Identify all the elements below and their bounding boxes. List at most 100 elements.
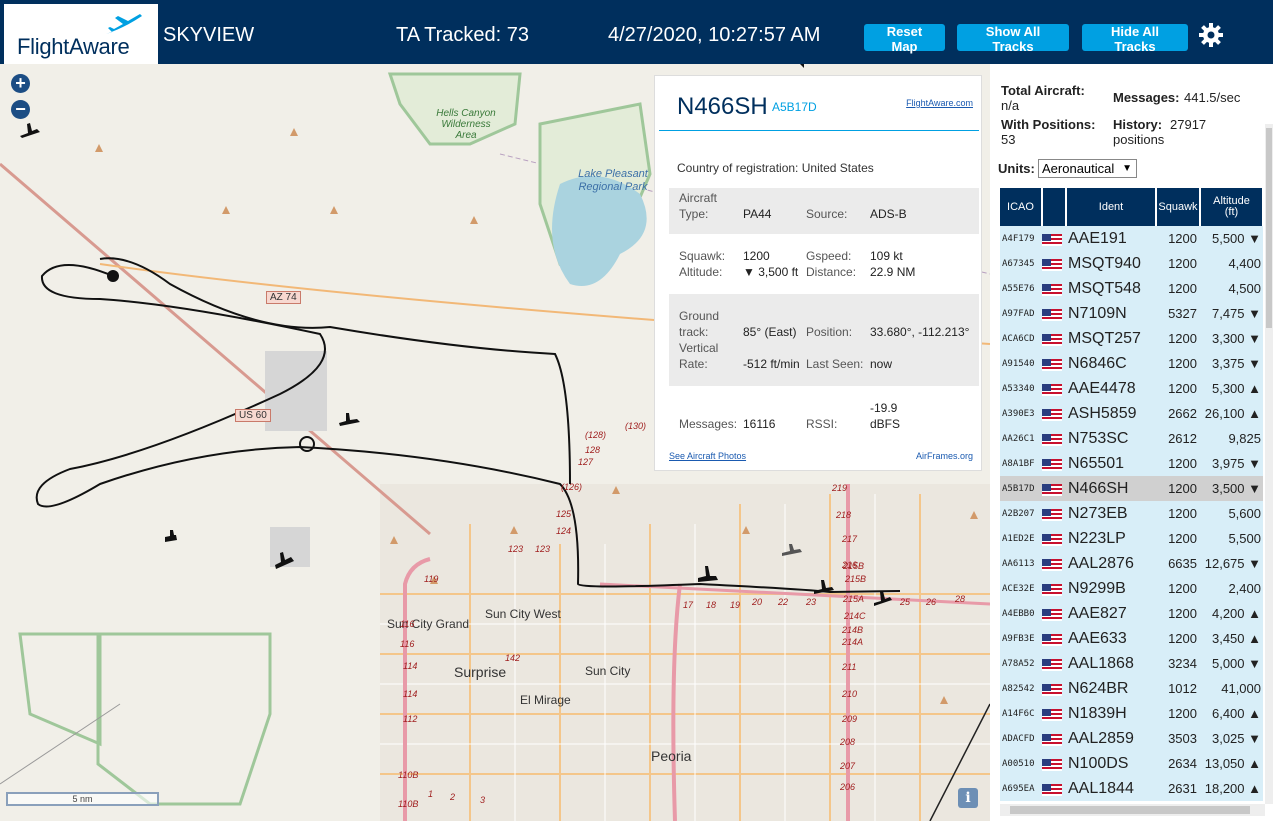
us-flag-icon [1042, 633, 1062, 646]
table-row[interactable]: A5B17D N466SH 1200 3,500 ▼ [1000, 476, 1263, 501]
flightaware-link[interactable]: FlightAware.com [906, 98, 973, 108]
gear-icon[interactable] [1198, 22, 1224, 48]
cell-ident: N753SC [1066, 426, 1156, 451]
distance-value: 22.9 NM [870, 265, 916, 279]
cell-squawk: 1200 [1156, 276, 1200, 301]
route-number: 214C [844, 611, 866, 621]
table-row[interactable]: ACE32E N9299B 1200 2,400 [1000, 576, 1263, 601]
us-flag-icon [1042, 333, 1062, 346]
route-number: 214A [842, 637, 864, 647]
col-icao[interactable]: ICAO [1000, 188, 1043, 226]
route-number: 208 [840, 737, 856, 747]
us-flag-icon [1042, 458, 1062, 471]
cell-icao: A78A52 [1000, 651, 1042, 676]
table-row[interactable]: ADACFD AAL2859 3503 3,025 ▼ [1000, 726, 1263, 751]
units-value: Aeronautical [1042, 161, 1115, 176]
col-squawk[interactable]: Squawk [1156, 188, 1201, 226]
route-number: 25 [900, 597, 911, 607]
table-row[interactable]: A9FB3E AAE633 1200 3,450 ▲ [1000, 626, 1263, 651]
cell-icao: A390E3 [1000, 401, 1042, 426]
cell-altitude: 4,400 [1200, 251, 1263, 276]
route-number: 123 [508, 544, 524, 554]
zoom-in-button[interactable]: + [11, 74, 30, 93]
cell-ident: N65501 [1066, 451, 1156, 476]
table-scrollbar-thumb[interactable] [1266, 128, 1272, 328]
us-flag-icon [1042, 483, 1062, 496]
table-row[interactable]: A53340 AAE4478 1200 5,300 ▲ [1000, 376, 1263, 401]
aircraft-type-block: Aircraft Type: PA44 Source: ADS-B [669, 188, 979, 234]
cell-ident: N273EB [1066, 501, 1156, 526]
route-number: 28 [955, 594, 966, 604]
table-row[interactable]: A1ED2E N223LP 1200 5,500 [1000, 526, 1263, 551]
cell-ident: AAL2876 [1066, 551, 1156, 576]
cell-flag [1042, 526, 1066, 551]
cell-icao: ACA6CD [1000, 326, 1042, 351]
route-number: 214B [842, 625, 864, 635]
table-row[interactable]: A67345 MSQT940 1200 4,400 [1000, 251, 1263, 276]
route-number: 110B [398, 799, 419, 809]
table-row[interactable]: A97FAD N7109N 5327 7,475 ▼ [1000, 301, 1263, 326]
cell-flag [1042, 501, 1066, 526]
route-number: 218 [836, 510, 852, 520]
col-flag [1042, 188, 1067, 226]
reset-map-button[interactable]: Reset Map [864, 24, 945, 54]
cell-ident: N100DS [1066, 751, 1156, 776]
show-all-tracks-button[interactable]: Show All Tracks [957, 24, 1069, 54]
units-select[interactable]: Aeronautical ▼ [1038, 159, 1137, 178]
flightaware-logo[interactable]: FlightAware [4, 4, 158, 64]
table-hscrollbar-thumb[interactable] [1010, 806, 1250, 814]
vertical-rate-label: Vertical [679, 341, 719, 355]
route-number: 116 [400, 639, 415, 649]
hide-all-tracks-button[interactable]: Hide All Tracks [1082, 24, 1188, 54]
cell-squawk: 2662 [1156, 401, 1200, 426]
table-row[interactable]: A390E3 ASH5859 2662 26,100 ▲ [1000, 401, 1263, 426]
cell-flag [1042, 251, 1066, 276]
table-row[interactable]: AA6113 AAL2876 6635 12,675 ▼ [1000, 551, 1263, 576]
ground-track-label-2: track: [679, 325, 709, 339]
table-row[interactable]: A14F6C N1839H 1200 6,400 ▲ [1000, 701, 1263, 726]
aircraft-photos-link[interactable]: See Aircraft Photos [669, 451, 746, 461]
table-row[interactable]: A00510 N100DS 2634 13,050 ▲ [1000, 751, 1263, 776]
table-row[interactable]: A4EBB0 AAE827 1200 4,200 ▲ [1000, 601, 1263, 626]
col-ident[interactable]: Ident [1066, 188, 1157, 226]
cell-ident: AAL1868 [1066, 651, 1156, 676]
table-row[interactable]: A91540 N6846C 1200 3,375 ▼ [1000, 351, 1263, 376]
table-row[interactable]: A4F179 AAE191 1200 5,500 ▼ [1000, 226, 1263, 251]
shield-us60: US 60 [235, 409, 271, 422]
ground-track-label: Ground [679, 309, 720, 323]
table-row[interactable]: A2B207 N273EB 1200 5,600 [1000, 501, 1263, 526]
cell-ident: AAE633 [1066, 626, 1156, 651]
table-row[interactable]: A8A1BF N65501 1200 3,975 ▼ [1000, 451, 1263, 476]
cell-icao: AA26C1 [1000, 426, 1042, 451]
cell-icao: A91540 [1000, 351, 1042, 376]
route-number: 22 [778, 597, 789, 607]
route-number: 124 [556, 526, 572, 536]
cell-ident: AAE827 [1066, 601, 1156, 626]
route-number: (130) [625, 421, 647, 431]
cell-squawk: 1200 [1156, 451, 1200, 476]
cell-altitude: 2,400 [1200, 576, 1263, 601]
col-altitude[interactable]: Altitude (ft) [1200, 188, 1264, 226]
cell-squawk: 1200 [1156, 251, 1200, 276]
airframes-link[interactable]: AirFrames.org [916, 451, 973, 461]
us-flag-icon [1042, 233, 1062, 246]
table-row[interactable]: ACA6CD MSQT257 1200 3,300 ▼ [1000, 326, 1263, 351]
cell-squawk: 1200 [1156, 476, 1200, 501]
squawk-label: Squawk: [679, 249, 726, 263]
route-number: 110B [398, 770, 419, 780]
cell-altitude: 3,450 ▲ [1200, 626, 1263, 651]
table-row[interactable]: A78A52 AAL1868 3234 5,000 ▼ [1000, 651, 1263, 676]
col-altitude-unit: (ft) [1224, 206, 1239, 218]
zoom-out-button[interactable]: − [11, 100, 30, 119]
table-header-row: ICAO Ident Squawk Altitude (ft) [1000, 188, 1264, 226]
cell-flag [1042, 401, 1066, 426]
cell-flag [1042, 676, 1066, 701]
country-value: United States [801, 161, 874, 175]
table-row[interactable]: AA26C1 N753SC 2612 9,825 [1000, 426, 1263, 451]
info-icon[interactable]: i [958, 788, 978, 808]
total-aircraft-value: n/a [1001, 98, 1020, 113]
table-row[interactable]: A55E76 MSQT548 1200 4,500 [1000, 276, 1263, 301]
table-row[interactable]: A82542 N624BR 1012 41,000 [1000, 676, 1263, 701]
gspeed-value: 109 kt [870, 249, 903, 263]
table-row[interactable]: A695EA AAL1844 2631 18,200 ▲ [1000, 776, 1263, 801]
